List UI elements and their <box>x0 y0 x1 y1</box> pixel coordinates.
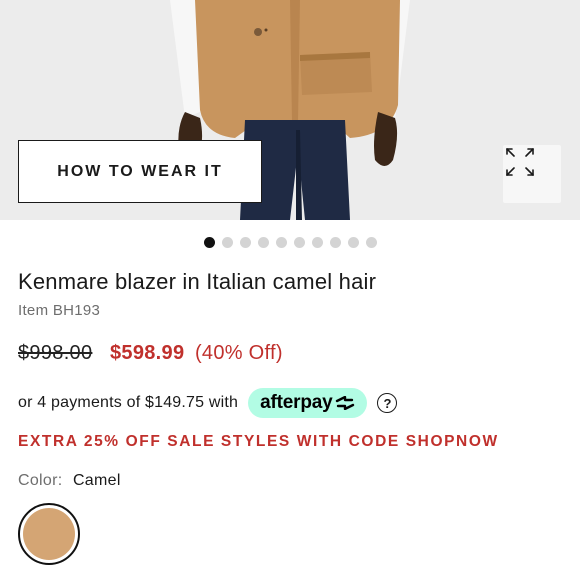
price-row: $998.00 $598.99 (40% Off) <box>18 342 283 365</box>
product-image[interactable]: HOW TO WEAR IT <box>0 0 580 220</box>
product-title: Kenmare blazer in Italian camel hair <box>18 269 377 294</box>
afterpay-brand: afterpay <box>260 392 333 413</box>
how-to-wear-label: HOW TO WEAR IT <box>57 162 223 180</box>
item-number: Item BH193 <box>18 302 101 319</box>
color-swatch-fill <box>23 508 75 560</box>
color-row: Color: Camel <box>18 472 121 490</box>
how-to-wear-button[interactable]: HOW TO WEAR IT <box>18 140 262 203</box>
sale-price: $598.99 <box>109 342 185 364</box>
afterpay-row: or 4 payments of $149.75 with afterpay ? <box>18 388 398 418</box>
afterpay-arrows-icon <box>335 396 355 410</box>
carousel-dot[interactable] <box>239 237 251 248</box>
promo-banner: EXTRA 25% OFF SALE STYLES WITH CODE SHOP… <box>18 433 499 450</box>
color-value: Camel <box>72 472 121 489</box>
carousel-dot[interactable] <box>257 237 269 248</box>
afterpay-badge[interactable]: afterpay <box>248 388 368 418</box>
color-label: Color: <box>18 472 63 489</box>
carousel-dot[interactable] <box>311 237 323 248</box>
carousel-dots <box>0 237 580 248</box>
carousel-dot[interactable] <box>347 237 359 248</box>
color-swatch-camel[interactable] <box>18 503 80 565</box>
help-icon[interactable]: ? <box>377 393 398 413</box>
afterpay-text: or 4 payments of $149.75 with <box>18 394 239 411</box>
discount-percent: (40% Off) <box>194 342 283 364</box>
expand-image-button[interactable] <box>503 145 561 203</box>
carousel-dot[interactable] <box>221 237 233 248</box>
original-price: $998.00 <box>18 342 93 364</box>
carousel-dot[interactable] <box>365 237 377 248</box>
expand-icon <box>506 148 534 176</box>
carousel-dot[interactable] <box>329 237 341 248</box>
carousel-dot[interactable] <box>275 237 287 248</box>
carousel-dot[interactable] <box>293 237 305 248</box>
carousel-dot[interactable] <box>203 237 215 248</box>
